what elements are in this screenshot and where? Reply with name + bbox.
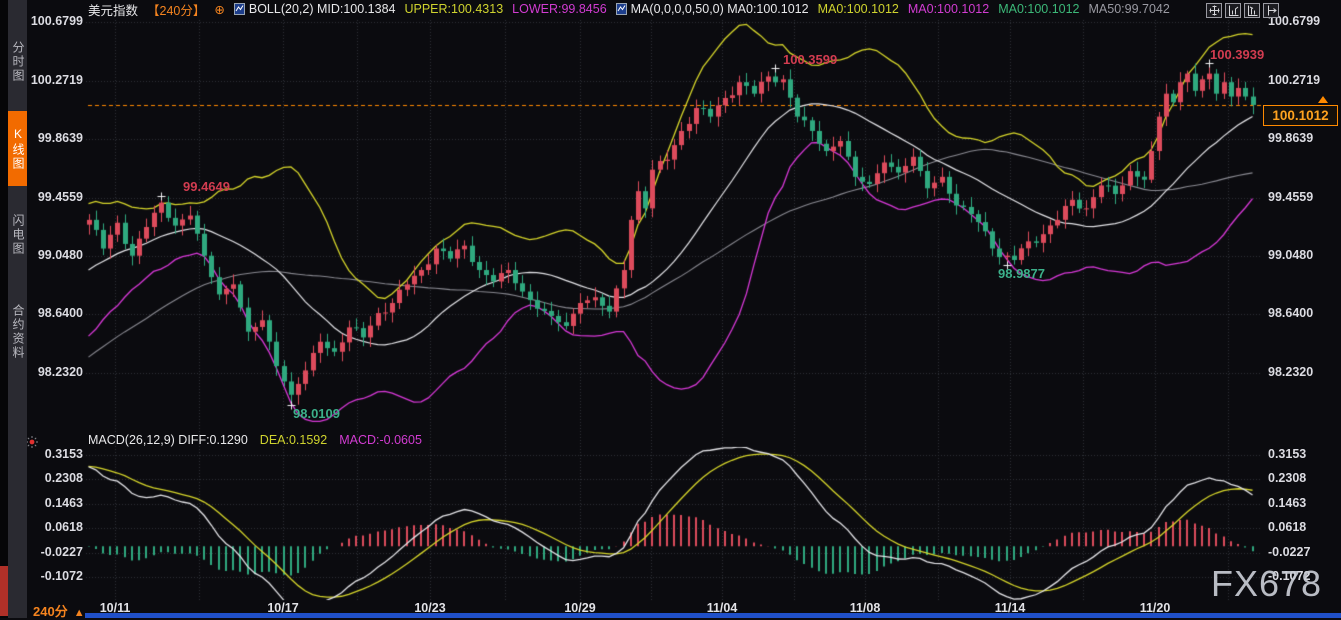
x-axis-date-label: 11/14: [995, 601, 1026, 615]
price-annotation: 99.4649: [183, 179, 230, 194]
main-y-axis-label-right: 99.4559: [1268, 190, 1324, 204]
sidebar: 分时图 K线图 闪电图 合约资料: [0, 0, 27, 618]
macd-header-segment-2: MACD:-0.0605: [339, 433, 422, 447]
header-segment-text: 【240分】: [147, 0, 205, 19]
macd-y-axis-label-left: 0.0618: [27, 520, 83, 534]
main-y-axis-label-right: 100.2719: [1268, 73, 1324, 87]
macd-y-axis-label-right: 0.3153: [1268, 447, 1324, 461]
timeframe-selector[interactable]: 240分▲: [33, 601, 85, 620]
main-y-axis-label-left: 99.4559: [27, 190, 83, 204]
header-segment-text: UPPER:100.4313: [404, 2, 503, 16]
chart-toolbar: [1206, 3, 1279, 18]
macd-y-axis-label-right: 0.1463: [1268, 496, 1324, 510]
x-axis-date-label: 11/04: [707, 601, 738, 615]
move-icon[interactable]: [1206, 3, 1222, 18]
axis-scale-left-icon[interactable]: [1225, 3, 1241, 18]
header-segment-text: LOWER:99.8456: [512, 2, 607, 16]
header-segment-10: MA50:99.7042: [1089, 2, 1170, 16]
macd-y-axis-label-left: 0.3153: [27, 447, 83, 461]
macd-y-axis-label-left: -0.0227: [27, 545, 83, 559]
header-segment-8: MA0:100.1012: [908, 2, 989, 16]
price-annotation: 100.3939: [1210, 47, 1264, 62]
sidebar-item-kline-chart[interactable]: K线图: [8, 111, 27, 186]
sidebar-red-marker: [0, 566, 8, 616]
x-axis-date-label: 10/29: [564, 601, 595, 615]
boll-indicator-icon: [234, 3, 245, 15]
header-segment-4: UPPER:100.4313: [404, 2, 503, 16]
header-segment-text: MA(0,0,0,0,50,0) MA0:100.1012: [631, 2, 809, 16]
macd-y-axis-label-right: -0.0227: [1268, 545, 1324, 559]
macd-y-axis-label-left: 0.1463: [27, 496, 83, 510]
x-axis-date-label: 10/17: [267, 601, 298, 615]
watermark: FX678: [1211, 563, 1322, 605]
main-y-axis-label-left: 98.6400: [27, 306, 83, 320]
main-y-axis-label-right: 99.8639: [1268, 131, 1324, 145]
x-axis-date-label: 10/11: [100, 601, 131, 615]
main-y-axis-label-left: 98.2320: [27, 365, 83, 379]
header-segment-1: 【240分】: [147, 0, 205, 19]
ma-indicator-icon: [616, 3, 627, 15]
main-y-axis-label-left: 100.6799: [27, 14, 83, 28]
current-price-tag: 100.1012: [1263, 105, 1338, 126]
sidebar-item-lightning-chart[interactable]: 闪电图: [8, 199, 27, 271]
header-segment-7: MA0:100.1012: [818, 2, 899, 16]
x-axis-date-label: 10/23: [414, 601, 445, 615]
header-segment-3: BOLL(20,2) MID:100.1384: [234, 2, 396, 16]
header-segment-text: MA0:100.1012: [998, 2, 1079, 16]
header-segment-5: LOWER:99.8456: [512, 2, 607, 16]
chart-window: 分时图 K线图 闪电图 合约资料 美元指数【240分】 ⊕ BOLL(20,2) M…: [0, 0, 1341, 618]
header-segment-text: ⊕: [214, 2, 224, 17]
main-y-axis-label-right: 98.2320: [1268, 365, 1324, 379]
exit-icon[interactable]: [1263, 3, 1279, 18]
macd-header: MACD(26,12,9) DIFF:0.1290 DEA:0.1592 MACD:…: [88, 433, 422, 447]
header-segment-text: MA0:100.1012: [818, 2, 899, 16]
price-annotation: 100.3599: [783, 52, 837, 67]
sidebar-item-contract-info[interactable]: 合约资料: [8, 284, 27, 380]
sidebar-edge: [0, 0, 8, 618]
macd-y-axis-label-left: 0.2308: [27, 471, 83, 485]
header-segment-6: MA(0,0,0,0,50,0) MA0:100.1012: [616, 2, 809, 16]
indicator-header: 美元指数【240分】 ⊕ BOLL(20,2) MID:100.1384 UPPER:…: [88, 2, 1170, 16]
macd-y-axis-label-right: 0.2308: [1268, 471, 1324, 485]
header-segment-text: BOLL(20,2) MID:100.1384: [249, 2, 396, 16]
header-segment-9: MA0:100.1012: [998, 2, 1079, 16]
header-segment-text: MA0:100.1012: [908, 2, 989, 16]
main-y-axis-label-right: 99.0480: [1268, 248, 1324, 262]
chart-canvas[interactable]: [0, 0, 1341, 618]
header-segment-text: 美元指数: [88, 0, 138, 19]
macd-header-segment-1: DEA:0.1592: [260, 433, 327, 447]
price-up-arrow-icon: [1318, 96, 1328, 103]
main-y-axis-label-right: 98.6400: [1268, 306, 1324, 320]
main-y-axis-label-left: 99.0480: [27, 248, 83, 262]
price-annotation: 98.0109: [293, 406, 340, 421]
macd-header-segment-0: MACD(26,12,9) DIFF:0.1290: [88, 433, 248, 447]
axis-scale-right-icon[interactable]: [1244, 3, 1260, 18]
timeframe-up-arrow-icon: ▲: [74, 607, 85, 619]
header-segment-text: MA50:99.7042: [1089, 2, 1170, 16]
x-axis-date-label: 11/08: [850, 601, 881, 615]
price-annotation: 98.9877: [998, 266, 1045, 281]
sidebar-item-time-chart[interactable]: 分时图: [8, 26, 27, 98]
macd-y-axis-label-right: 0.0618: [1268, 520, 1324, 534]
main-y-axis-label-left: 100.2719: [27, 73, 83, 87]
main-y-axis-label-left: 99.8639: [27, 131, 83, 145]
x-axis-date-label: 11/20: [1140, 601, 1171, 615]
macd-y-axis-label-left: -0.1072: [27, 569, 83, 583]
add-indicator-icon: ⊕: [214, 2, 224, 17]
header-segment-0: 美元指数: [88, 0, 138, 19]
